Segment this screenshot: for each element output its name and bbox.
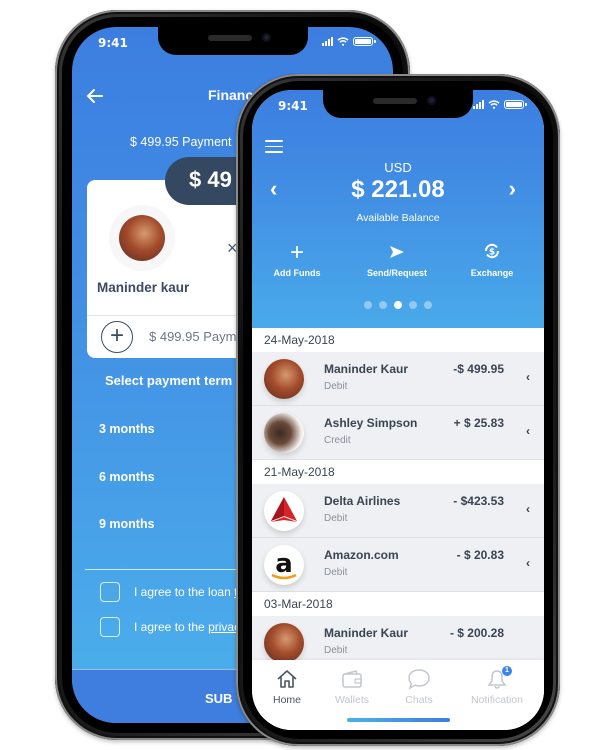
svg-text:a: a <box>275 549 293 579</box>
wallet-header: 9:41 USD ‹ $ 221.08 › Available Balance … <box>252 90 544 328</box>
payment-summary: $ 499.95 Payment <box>130 135 232 149</box>
send-icon <box>352 242 442 264</box>
transaction-type: Credit <box>324 435 351 446</box>
send-request-label: Send/Request <box>366 268 427 278</box>
exchange-icon: $ <box>447 242 537 264</box>
carousel-dot[interactable] <box>424 301 432 309</box>
bell-icon: 1 <box>462 666 532 692</box>
wifi-icon <box>337 37 349 46</box>
agree-privacy-text: I agree to the <box>134 620 209 634</box>
carousel-dot[interactable] <box>394 301 402 309</box>
currency-label: USD <box>384 160 412 175</box>
transaction-row[interactable]: Maninder Kaur Debit -$ 499.95 ‹ <box>252 352 544 406</box>
submit-label: SUB <box>205 691 233 706</box>
tab-notification-label: Notification <box>471 694 523 706</box>
chevron-left-icon[interactable]: ‹ <box>526 502 530 516</box>
signal-icon <box>322 37 333 46</box>
transaction-row[interactable]: Delta Airlines Debit - $423.53 ‹ <box>252 484 544 538</box>
chevron-left-icon[interactable]: ‹ <box>526 556 530 570</box>
tab-chats-label: Chats <box>405 694 433 706</box>
transaction-type: Debit <box>324 513 348 524</box>
transaction-type: Debit <box>324 645 348 656</box>
chevron-left-icon[interactable]: ‹ <box>526 424 530 438</box>
term-option-3[interactable]: 3 months <box>99 422 155 436</box>
agree-loan-checkbox[interactable] <box>100 582 120 602</box>
agree-loan-terms-row: I agree to the loan te <box>100 582 244 602</box>
tab-home-label: Home <box>272 694 301 706</box>
agree-privacy-row: I agree to the privac <box>100 617 240 637</box>
balance-amount: $ 221.08 <box>351 176 445 203</box>
transaction-name: Maninder Kaur <box>324 626 409 640</box>
battery-icon <box>353 37 376 46</box>
svg-text:$: $ <box>489 248 495 258</box>
bottom-tab-bar: Home Wallets Chats 1 Notification <box>252 660 544 730</box>
next-account-chevron-icon[interactable]: › <box>509 176 516 202</box>
exchange-label: Exchange <box>470 268 514 278</box>
carousel-dot[interactable] <box>364 301 372 309</box>
status-time: 9:41 <box>278 99 308 113</box>
transaction-amount: - $ 200.28 <box>449 626 504 640</box>
amazon-logo-icon: a <box>264 545 304 585</box>
tab-wallets-label: Wallets <box>334 694 370 706</box>
date-header: 21-May-2018 <box>252 460 544 484</box>
notification-badge: 1 <box>502 666 512 676</box>
signal-icon <box>473 100 484 109</box>
transaction-type: Debit <box>324 567 348 578</box>
agree-loan-text: I agree to the loan <box>134 585 235 599</box>
home-icon <box>252 666 322 692</box>
notch <box>323 90 473 118</box>
wallet-screen: 9:41 USD ‹ $ 221.08 › Available Balance … <box>252 90 544 730</box>
notch <box>157 27 308 55</box>
chat-icon <box>384 666 454 692</box>
carousel-dot[interactable] <box>379 301 387 309</box>
avatar <box>119 215 165 261</box>
home-indicator[interactable] <box>347 718 450 722</box>
transaction-name: Maninder Kaur <box>324 362 409 376</box>
delta-logo-icon <box>264 491 304 531</box>
transaction-row[interactable]: a Amazon.com Debit - $ 20.83 ‹ <box>252 538 544 592</box>
transaction-name: Amazon.com <box>324 548 399 562</box>
back-arrow-icon[interactable] <box>84 85 106 107</box>
balance-label: Available Balance <box>356 212 440 224</box>
avatar <box>264 623 304 663</box>
agree-privacy-checkbox[interactable] <box>100 617 120 637</box>
chevron-left-icon[interactable]: ‹ <box>526 370 530 384</box>
status-time: 9:41 <box>98 36 128 50</box>
select-term-label: Select payment term <box>105 373 233 388</box>
carousel-dot[interactable] <box>409 301 417 309</box>
exchange-button[interactable]: $ Exchange <box>447 242 537 278</box>
add-funds-label: Add Funds <box>273 268 321 278</box>
tab-chats[interactable]: Chats <box>384 666 454 706</box>
term-option-6[interactable]: 6 months <box>99 470 155 484</box>
plus-icon: + <box>289 239 304 266</box>
send-request-button[interactable]: Send/Request <box>352 242 442 278</box>
recipient-name: Maninder kaur <box>97 280 190 295</box>
transaction-row[interactable]: Ashley Simpson Credit + $ 25.83 ‹ <box>252 406 544 460</box>
transaction-amount: -$ 499.95 <box>453 362 504 376</box>
wallet-icon <box>317 666 387 692</box>
carousel-dots <box>252 301 544 309</box>
transaction-amount: - $ 20.83 <box>456 548 504 562</box>
tab-wallets[interactable]: Wallets <box>317 666 387 706</box>
avatar <box>264 359 304 399</box>
transaction-name: Ashley Simpson <box>324 416 418 430</box>
transaction-amount: + $ 25.83 <box>453 416 504 430</box>
term-option-9[interactable]: 9 months <box>99 517 155 531</box>
tab-home[interactable]: Home <box>252 666 322 706</box>
transaction-name: Delta Airlines <box>324 494 401 508</box>
transaction-type: Debit <box>324 381 348 392</box>
battery-icon <box>504 100 527 109</box>
card-amount: $ 499.95 Paym <box>149 329 237 344</box>
avatar <box>264 413 304 453</box>
add-button[interactable]: + <box>101 321 133 353</box>
tab-notification[interactable]: 1 Notification <box>462 666 532 706</box>
date-header: 03-Mar-2018 <box>252 592 544 616</box>
hamburger-menu-icon[interactable] <box>265 140 283 157</box>
transaction-amount: - $423.53 <box>453 494 504 508</box>
add-funds-button[interactable]: + Add Funds <box>252 239 342 279</box>
wallet-phone: 9:41 USD ‹ $ 221.08 › Available Balance … <box>236 74 560 746</box>
date-header: 24-May-2018 <box>252 328 544 352</box>
wifi-icon <box>488 100 500 109</box>
